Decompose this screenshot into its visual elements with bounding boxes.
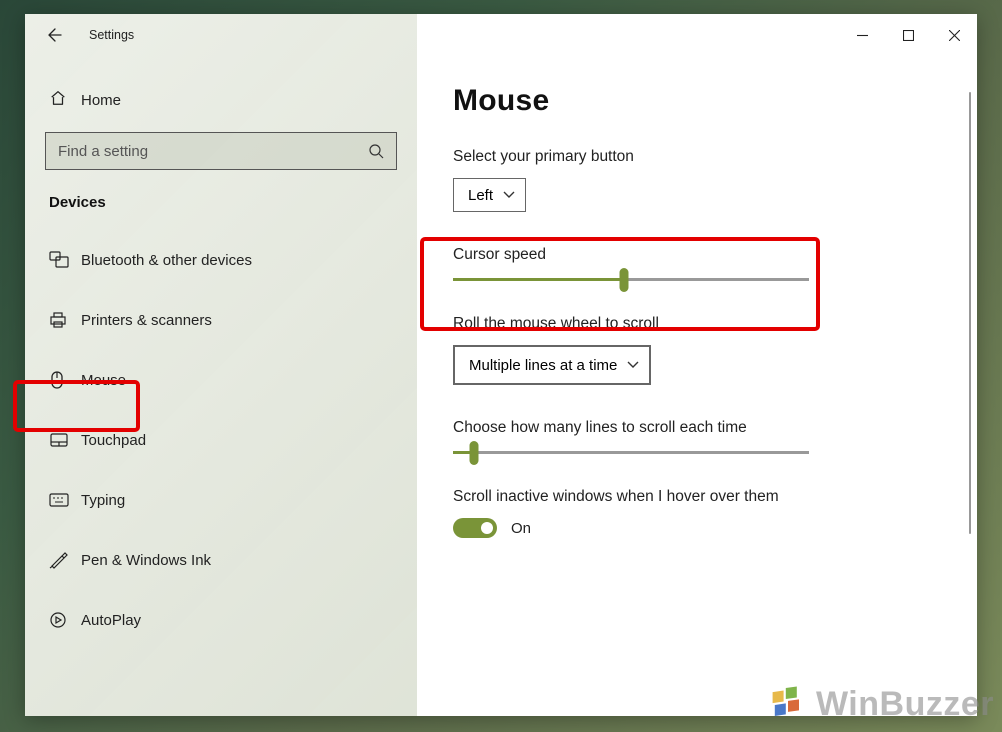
home-icon <box>49 89 81 112</box>
minimize-button[interactable] <box>839 14 885 56</box>
autoplay-icon <box>49 611 81 629</box>
sidebar-item-autoplay[interactable]: AutoPlay <box>25 597 417 643</box>
search-input[interactable] <box>58 143 368 160</box>
printer-icon <box>49 311 81 329</box>
sidebar-item-label: Printers & scanners <box>81 312 212 329</box>
pen-icon <box>49 551 81 569</box>
toggle-state-label: On <box>511 520 531 537</box>
search-box[interactable] <box>45 132 397 170</box>
sidebar-item-printers[interactable]: Printers & scanners <box>25 297 417 343</box>
page-title: Mouse <box>453 84 941 118</box>
search-icon <box>368 143 384 159</box>
close-icon <box>949 30 960 41</box>
minimize-icon <box>857 30 868 41</box>
maximize-button[interactable] <box>885 14 931 56</box>
primary-button-value: Left <box>468 187 493 204</box>
cursor-speed-slider[interactable] <box>453 278 809 281</box>
home-label: Home <box>81 92 121 109</box>
scroll-mode-select[interactable]: Multiple lines at a time <box>453 345 651 385</box>
primary-button-section: Select your primary button Left <box>453 148 941 212</box>
cursor-speed-label: Cursor speed <box>453 246 941 264</box>
slider-fill <box>453 278 624 281</box>
sidebar-item-bluetooth[interactable]: Bluetooth & other devices <box>25 237 417 283</box>
sidebar-item-label: Mouse <box>81 372 126 389</box>
sidebar-item-label: Touchpad <box>81 432 146 449</box>
back-button[interactable] <box>47 14 87 56</box>
watermark: WinBuzzer <box>766 682 994 726</box>
chevron-down-icon <box>627 361 639 369</box>
chevron-down-icon <box>503 191 515 199</box>
keyboard-icon <box>49 493 81 507</box>
titlebar-left: Settings <box>25 14 417 56</box>
maximize-icon <box>903 30 914 41</box>
lines-slider[interactable] <box>453 451 809 454</box>
sidebar-item-typing[interactable]: Typing <box>25 477 417 523</box>
category-heading: Devices <box>25 170 417 219</box>
sidebar-item-label: AutoPlay <box>81 612 141 629</box>
bluetooth-devices-icon <box>49 251 81 269</box>
sidebar-item-label: Bluetooth & other devices <box>81 252 252 269</box>
settings-sidebar: Settings Home Devices Bluetooth & other … <box>25 14 417 716</box>
arrow-left-icon <box>47 27 63 43</box>
inactive-windows-section: Scroll inactive windows when I hover ove… <box>453 488 941 538</box>
scrollbar[interactable] <box>969 92 972 534</box>
lines-section: Choose how many lines to scroll each tim… <box>453 419 941 454</box>
cursor-speed-section: Cursor speed <box>453 246 941 281</box>
close-button[interactable] <box>931 14 977 56</box>
slider-thumb[interactable] <box>470 441 479 465</box>
primary-button-select[interactable]: Left <box>453 178 526 212</box>
lines-label: Choose how many lines to scroll each tim… <box>453 419 941 437</box>
scroll-mode-value: Multiple lines at a time <box>469 357 617 374</box>
scroll-mode-label: Roll the mouse wheel to scroll <box>453 315 941 333</box>
winbuzzer-logo-icon <box>766 682 810 726</box>
primary-button-label: Select your primary button <box>453 148 941 166</box>
inactive-windows-label: Scroll inactive windows when I hover ove… <box>453 488 941 506</box>
slider-thumb[interactable] <box>619 268 628 292</box>
window-controls <box>417 14 977 56</box>
window-title: Settings <box>89 28 134 42</box>
sidebar-item-label: Pen & Windows Ink <box>81 552 211 569</box>
sidebar-item-touchpad[interactable]: Touchpad <box>25 417 417 463</box>
sidebar-item-pen-ink[interactable]: Pen & Windows Ink <box>25 537 417 583</box>
watermark-text: WinBuzzer <box>816 685 994 724</box>
sidebar-item-label: Typing <box>81 492 125 509</box>
sidebar-item-mouse[interactable]: Mouse <box>25 357 417 403</box>
sidebar-nav: Bluetooth & other devices Printers & sca… <box>25 237 417 643</box>
mouse-icon <box>49 370 81 390</box>
inactive-windows-toggle[interactable] <box>453 518 497 538</box>
content-pane: Mouse Select your primary button Left Cu… <box>417 14 977 716</box>
touchpad-icon <box>49 432 81 448</box>
sidebar-home[interactable]: Home <box>25 78 417 122</box>
scroll-mode-section: Roll the mouse wheel to scroll Multiple … <box>453 315 941 385</box>
